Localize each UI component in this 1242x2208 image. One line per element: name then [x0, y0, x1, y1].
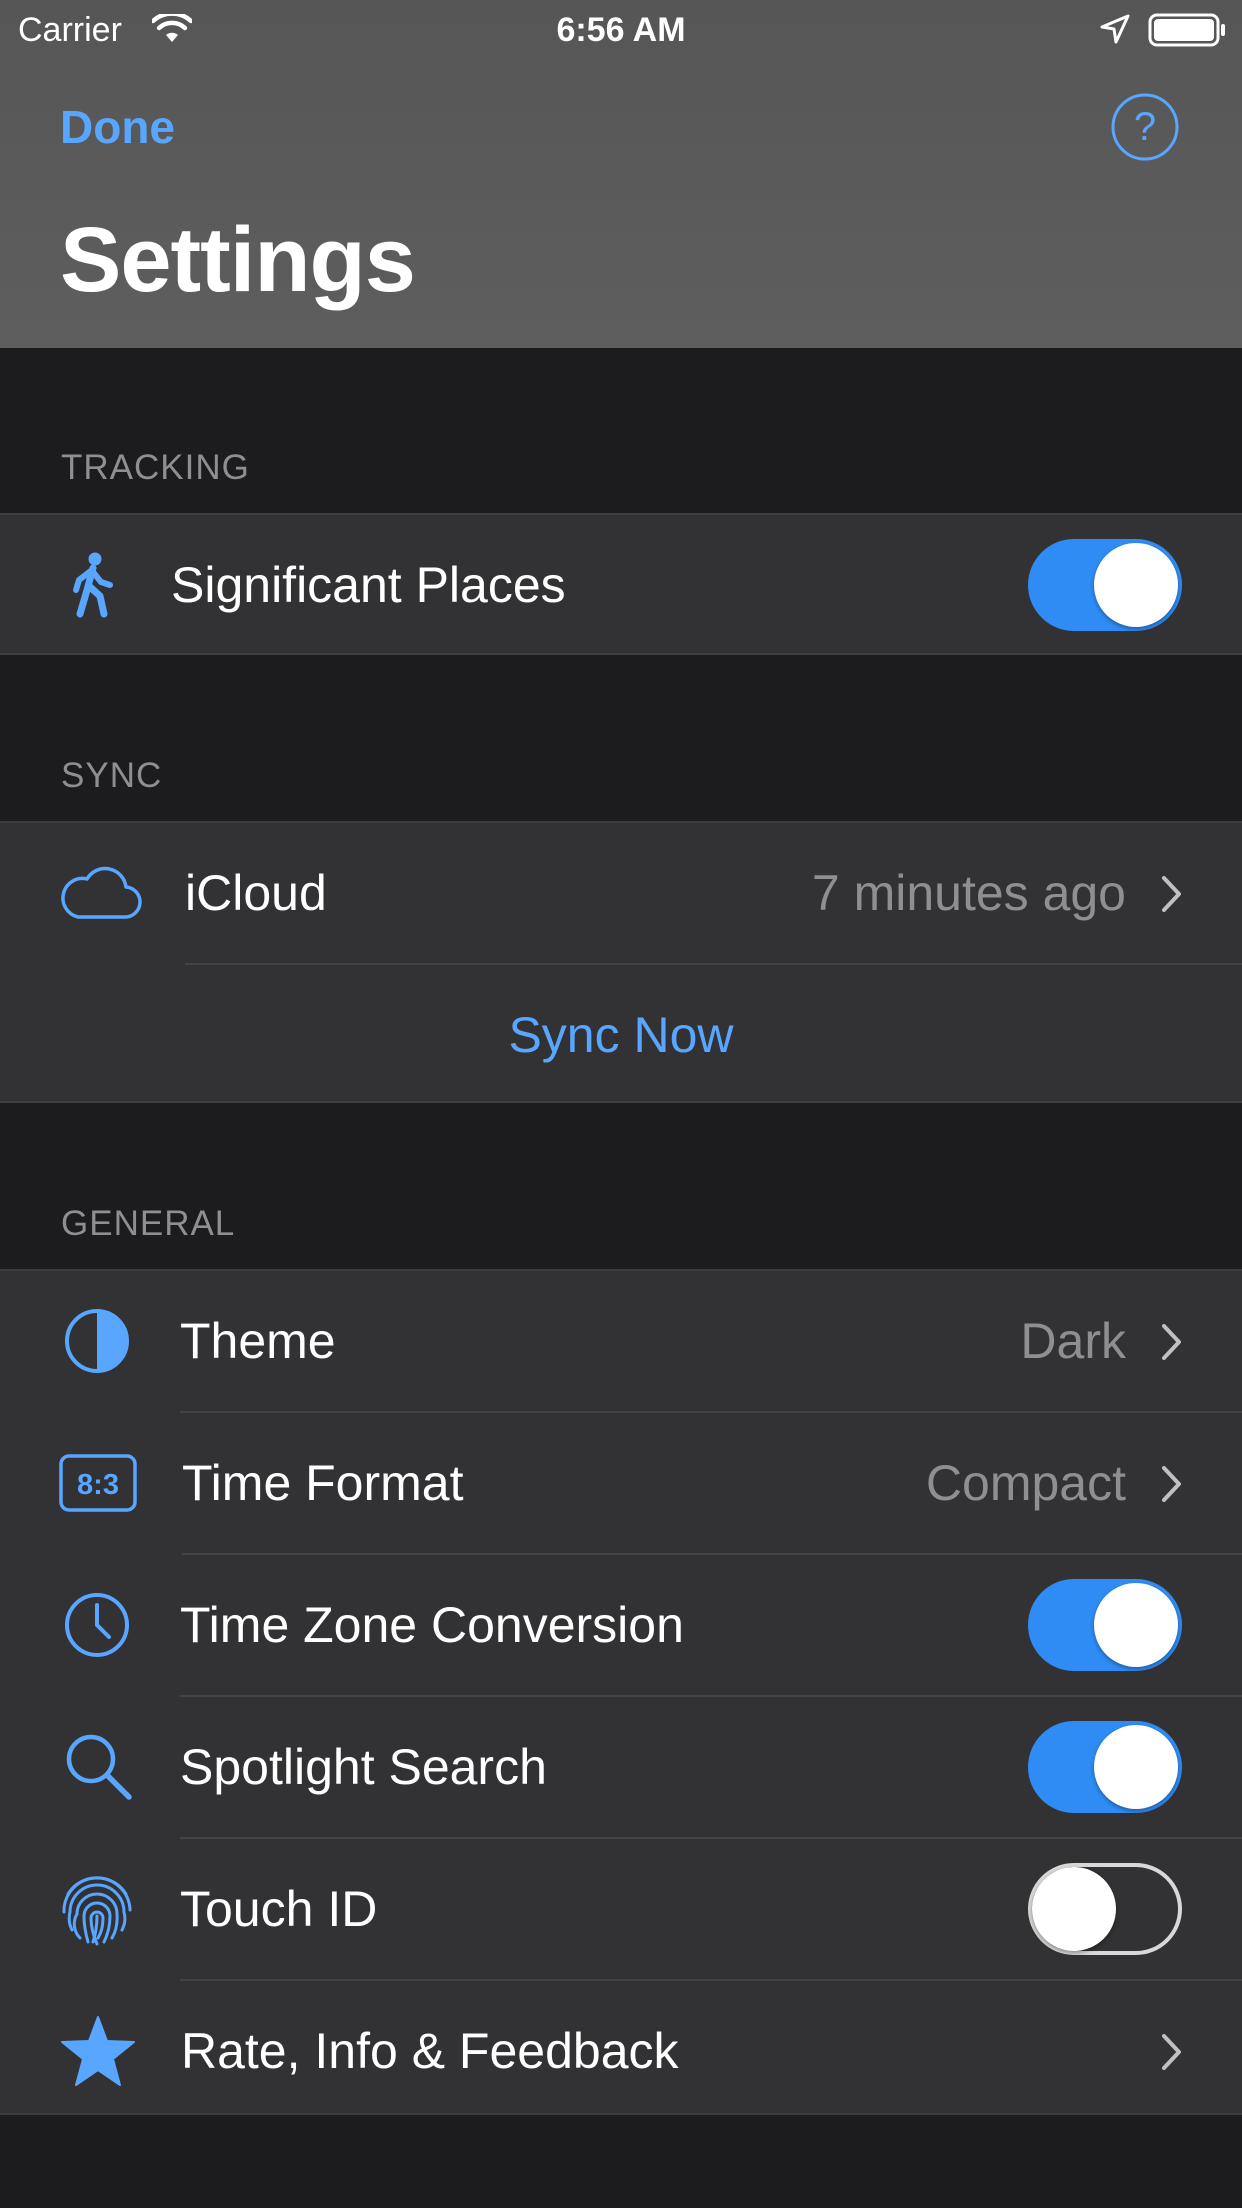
row-label: Theme — [180, 1313, 336, 1369]
spotlight-search-toggle[interactable] — [1028, 1721, 1182, 1813]
clock-icon — [63, 1555, 131, 1695]
toggle-knob — [1094, 543, 1178, 627]
walking-person-icon — [70, 515, 116, 655]
row-label: iCloud — [185, 865, 327, 921]
row-touch-id[interactable]: Touch ID — [0, 1839, 1242, 1979]
location-arrow-icon — [1100, 14, 1130, 53]
chevron-right-icon — [1162, 876, 1181, 912]
sync-group: iCloud 7 minutes ago Sync Now — [0, 821, 1242, 1103]
done-button[interactable]: Done — [60, 100, 175, 154]
row-significant-places[interactable]: Significant Places — [0, 515, 1242, 655]
half-circle-icon — [63, 1271, 131, 1411]
cloud-icon — [60, 823, 142, 963]
help-button[interactable]: ? — [1110, 92, 1180, 162]
status-bar: Carrier 6:56 AM — [0, 0, 1242, 60]
time-format-value: Compact — [925, 1455, 1126, 1511]
touch-id-toggle[interactable] — [1028, 1863, 1182, 1955]
row-rate-info-feedback[interactable]: Rate, Info & Feedback — [0, 1981, 1242, 2121]
section-header-sync: SYNC — [61, 756, 163, 795]
row-label: Significant Places — [171, 557, 566, 613]
chevron-right-icon — [1162, 1466, 1181, 1502]
row-theme[interactable]: Theme Dark — [0, 1271, 1242, 1411]
star-icon — [60, 1981, 136, 2121]
fingerprint-icon — [60, 1839, 134, 1979]
theme-value: Dark — [1020, 1313, 1126, 1369]
row-label: Touch ID — [180, 1881, 378, 1937]
clock-digits-icon: 8:3 — [59, 1413, 137, 1553]
row-label: Spotlight Search — [180, 1739, 547, 1795]
icloud-last-sync: 7 minutes ago — [811, 865, 1126, 921]
sync-now-button[interactable]: Sync Now — [0, 965, 1242, 1105]
section-header-tracking: TRACKING — [61, 448, 250, 487]
chevron-right-icon — [1162, 1324, 1181, 1360]
chevron-right-icon — [1162, 2034, 1181, 2070]
time-zone-conversion-toggle[interactable] — [1028, 1579, 1182, 1671]
row-label: Time Zone Conversion — [180, 1597, 684, 1653]
svg-text:8:3: 8:3 — [77, 1469, 119, 1501]
magnifier-icon — [63, 1697, 135, 1837]
tracking-group: Significant Places — [0, 513, 1242, 655]
help-icon: ? — [1111, 93, 1179, 161]
toggle-knob — [1094, 1725, 1178, 1809]
navigation-header: Carrier 6:56 AM Done ? Settings — [0, 0, 1242, 348]
row-label: Time Format — [182, 1455, 464, 1511]
row-label: Rate, Info & Feedback — [181, 2023, 679, 2079]
battery-icon — [1148, 12, 1228, 57]
section-header-general: GENERAL — [61, 1204, 236, 1243]
toggle-knob — [1032, 1867, 1116, 1951]
general-group: Theme Dark 8:3 Time Format Compact Time … — [0, 1269, 1242, 2115]
row-spotlight-search[interactable]: Spotlight Search — [0, 1697, 1242, 1837]
row-time-format[interactable]: 8:3 Time Format Compact — [0, 1413, 1242, 1553]
row-icloud[interactable]: iCloud 7 minutes ago — [0, 823, 1242, 963]
row-time-zone-conversion[interactable]: Time Zone Conversion — [0, 1555, 1242, 1695]
svg-text:?: ? — [1134, 105, 1156, 149]
significant-places-toggle[interactable] — [1028, 539, 1182, 631]
page-title: Settings — [60, 209, 416, 311]
toggle-knob — [1094, 1583, 1178, 1667]
status-time: 6:56 AM — [556, 11, 686, 49]
